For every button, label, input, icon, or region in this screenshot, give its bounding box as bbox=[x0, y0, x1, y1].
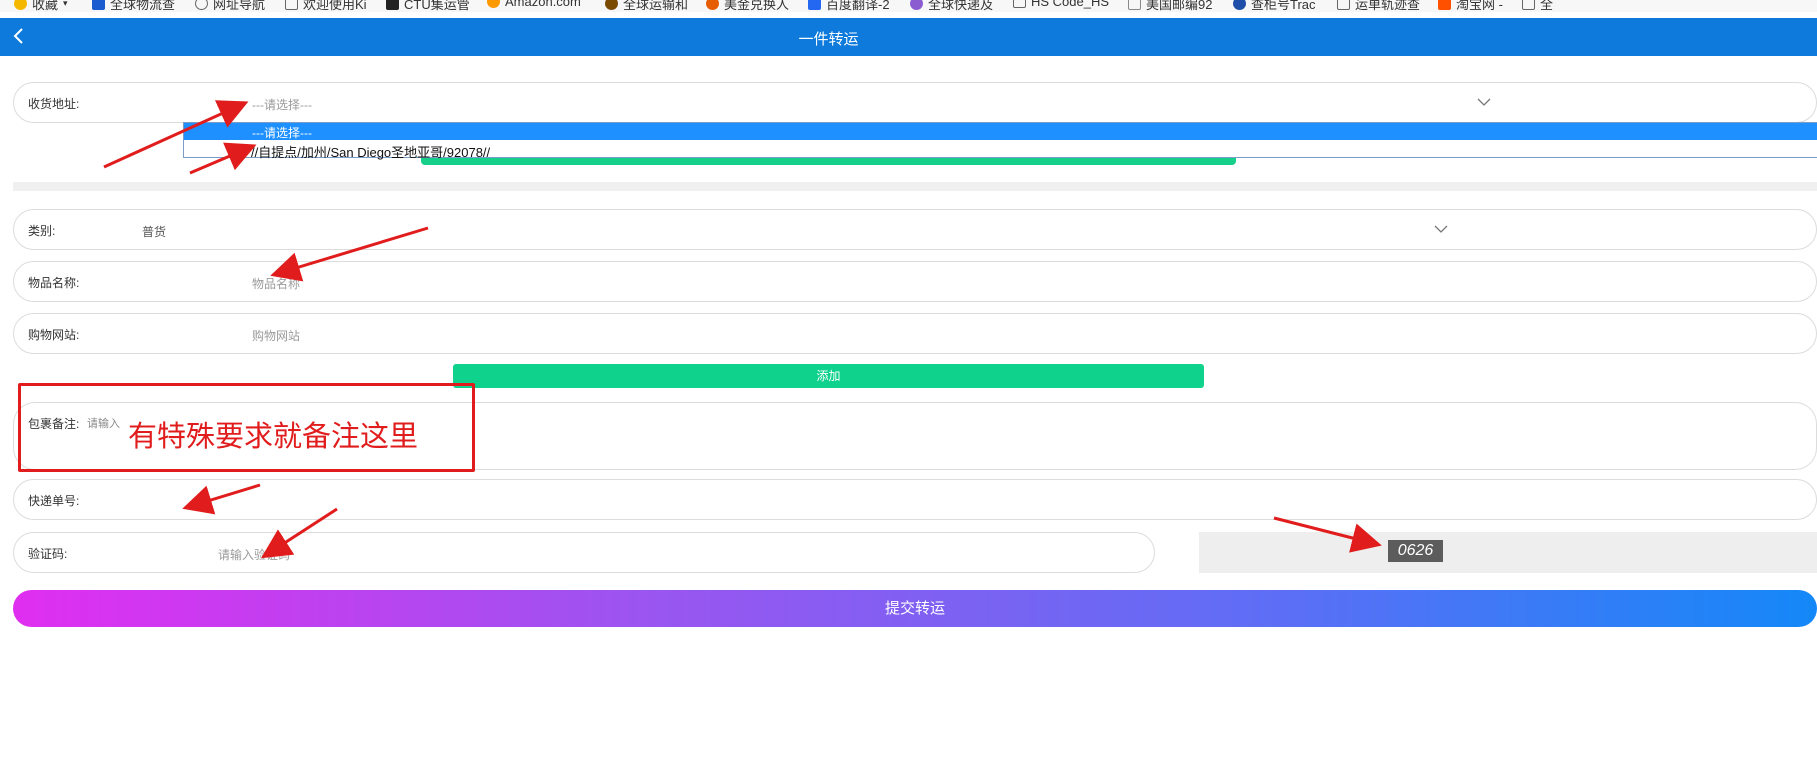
bookmark-icon bbox=[386, 0, 399, 10]
bookmark-item[interactable]: 欢迎使用Ki bbox=[285, 0, 367, 12]
address-label: 收货地址: bbox=[28, 97, 80, 111]
page-icon bbox=[1522, 0, 1535, 10]
category-value: 普货 bbox=[142, 225, 167, 239]
bookmark-item[interactable]: 全 bbox=[1522, 0, 1553, 12]
category-label: 类别: bbox=[28, 224, 56, 238]
address-select[interactable]: 收货地址: ---请选择--- bbox=[13, 82, 1817, 123]
submit-button[interactable]: 提交转运 bbox=[13, 590, 1817, 627]
globe-icon bbox=[195, 0, 208, 10]
chevron-down-icon bbox=[1434, 225, 1448, 233]
dropdown-option[interactable]: ---请选择--- bbox=[184, 123, 1817, 140]
page-icon bbox=[1337, 0, 1350, 10]
bookmark-item[interactable]: 淘宝网 - bbox=[1438, 0, 1503, 12]
item-name-field[interactable]: 物品名称: 物品名称 bbox=[13, 261, 1817, 302]
address-value: ---请选择--- bbox=[252, 98, 312, 112]
captcha-image[interactable]: 0626 bbox=[1388, 540, 1443, 562]
taobao-icon bbox=[1438, 0, 1451, 10]
dropdown-option[interactable]: //自提点/加州/San Diego圣地亚哥/92078// bbox=[251, 142, 490, 161]
item-name-label: 物品名称: bbox=[28, 276, 80, 290]
captcha-input[interactable]: 请输入验证码 bbox=[218, 546, 290, 563]
bookmark-item[interactable]: 全球物流查 bbox=[92, 0, 175, 12]
shop-site-label: 购物网站: bbox=[28, 328, 80, 342]
star-icon bbox=[14, 0, 27, 10]
page-icon bbox=[285, 0, 298, 10]
section-divider bbox=[13, 182, 1817, 191]
bookmark-item[interactable]: HS Code_HS bbox=[1013, 0, 1109, 9]
translate-icon bbox=[808, 0, 821, 10]
tracking-field[interactable]: 快递单号: bbox=[13, 479, 1817, 520]
shop-site-field[interactable]: 购物网站: 购物网站 bbox=[13, 313, 1817, 354]
bookmark-icon bbox=[706, 0, 719, 10]
captcha-label: 验证码: bbox=[28, 547, 68, 561]
address-dropdown[interactable]: ---请选择--- //自提点/加州/San Diego圣地亚哥/92078// bbox=[183, 122, 1817, 161]
chevron-down-icon: ▾ bbox=[63, 0, 68, 8]
bookmark-item[interactable]: 全球快递及 bbox=[910, 0, 993, 12]
bookmark-item[interactable]: 运单轨迹查 bbox=[1337, 0, 1420, 12]
bookmark-item[interactable]: 美金兑换人 bbox=[706, 0, 789, 12]
bookmark-item[interactable]: 网址导航 bbox=[195, 0, 265, 12]
hidden-button-edge bbox=[421, 158, 1236, 165]
shop-site-input[interactable]: 购物网站 bbox=[252, 327, 300, 344]
amazon-icon bbox=[487, 0, 500, 8]
annotation-note: 有特殊要求就备注这里 bbox=[128, 421, 419, 453]
chevron-down-icon bbox=[1477, 98, 1491, 106]
bookmark-icon bbox=[910, 0, 923, 10]
app-header: 一件转运 bbox=[0, 18, 1817, 56]
bookmark-item[interactable]: 全球运输和 bbox=[605, 0, 688, 12]
bookmark-item[interactable]: 百度翻译-2 bbox=[808, 0, 890, 12]
mail-icon bbox=[1128, 0, 1141, 10]
bookmark-icon bbox=[92, 0, 105, 10]
bookmark-icon bbox=[1233, 0, 1246, 10]
bookmarks-bar: 收藏 ▾ 全球物流查 网址导航 欢迎使用Ki CTU集运管 Amazon.com … bbox=[0, 0, 1817, 12]
captcha-field[interactable]: 验证码: 请输入验证码 bbox=[13, 532, 1155, 573]
bookmark-item[interactable]: 收藏 ▾ bbox=[14, 0, 68, 12]
bookmark-item[interactable]: 美国邮编92 bbox=[1128, 0, 1212, 12]
item-name-input[interactable]: 物品名称 bbox=[252, 275, 300, 292]
tracking-label: 快递单号: bbox=[28, 494, 80, 508]
add-button[interactable]: 添加 bbox=[453, 364, 1204, 388]
category-select[interactable]: 类别: 普货 bbox=[13, 209, 1817, 250]
bookmark-item[interactable]: CTU集运管 bbox=[386, 0, 470, 12]
page-icon bbox=[1013, 0, 1026, 8]
page-title: 一件转运 bbox=[798, 31, 859, 48]
bookmark-item[interactable]: Amazon.com bbox=[487, 0, 581, 9]
bookmark-item[interactable]: 查柜号Trac bbox=[1233, 0, 1316, 12]
bookmark-icon bbox=[605, 0, 618, 10]
captcha-panel bbox=[1199, 532, 1817, 573]
